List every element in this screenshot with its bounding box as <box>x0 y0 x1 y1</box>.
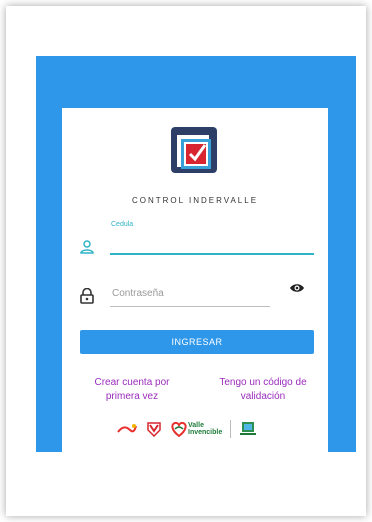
coat-of-arms-icon <box>240 422 257 435</box>
app-logo-icon <box>171 127 217 173</box>
gobernacion-logo-icon <box>117 424 137 433</box>
eye-icon[interactable] <box>289 282 305 294</box>
login-button[interactable]: INGRESAR <box>80 330 314 354</box>
user-icon <box>80 240 94 254</box>
lock-icon <box>80 288 94 304</box>
app-title: CONTROL INDERVALLE <box>131 196 259 205</box>
login-card: CONTROL INDERVALLE Cedula Contraseña ING… <box>62 108 328 452</box>
indervalle-shield-icon <box>147 422 161 437</box>
password-underline <box>110 306 270 307</box>
logo-divider <box>230 420 232 438</box>
valle-logo-line1: Valle <box>188 422 204 429</box>
create-account-link[interactable]: Crear cuenta por primera vez <box>82 376 182 404</box>
password-input[interactable]: Contraseña <box>112 288 262 299</box>
valle-heart-icon <box>171 421 187 437</box>
validation-code-link[interactable]: Tengo un código de validación <box>208 376 318 404</box>
valle-invencible-logo: Valle Invencible <box>170 421 222 437</box>
valle-logo-line2: Invencible <box>188 429 223 436</box>
partner-logos: Valle Invencible <box>116 417 286 441</box>
cedula-input[interactable] <box>110 253 314 255</box>
cedula-label: Cedula <box>111 221 134 228</box>
